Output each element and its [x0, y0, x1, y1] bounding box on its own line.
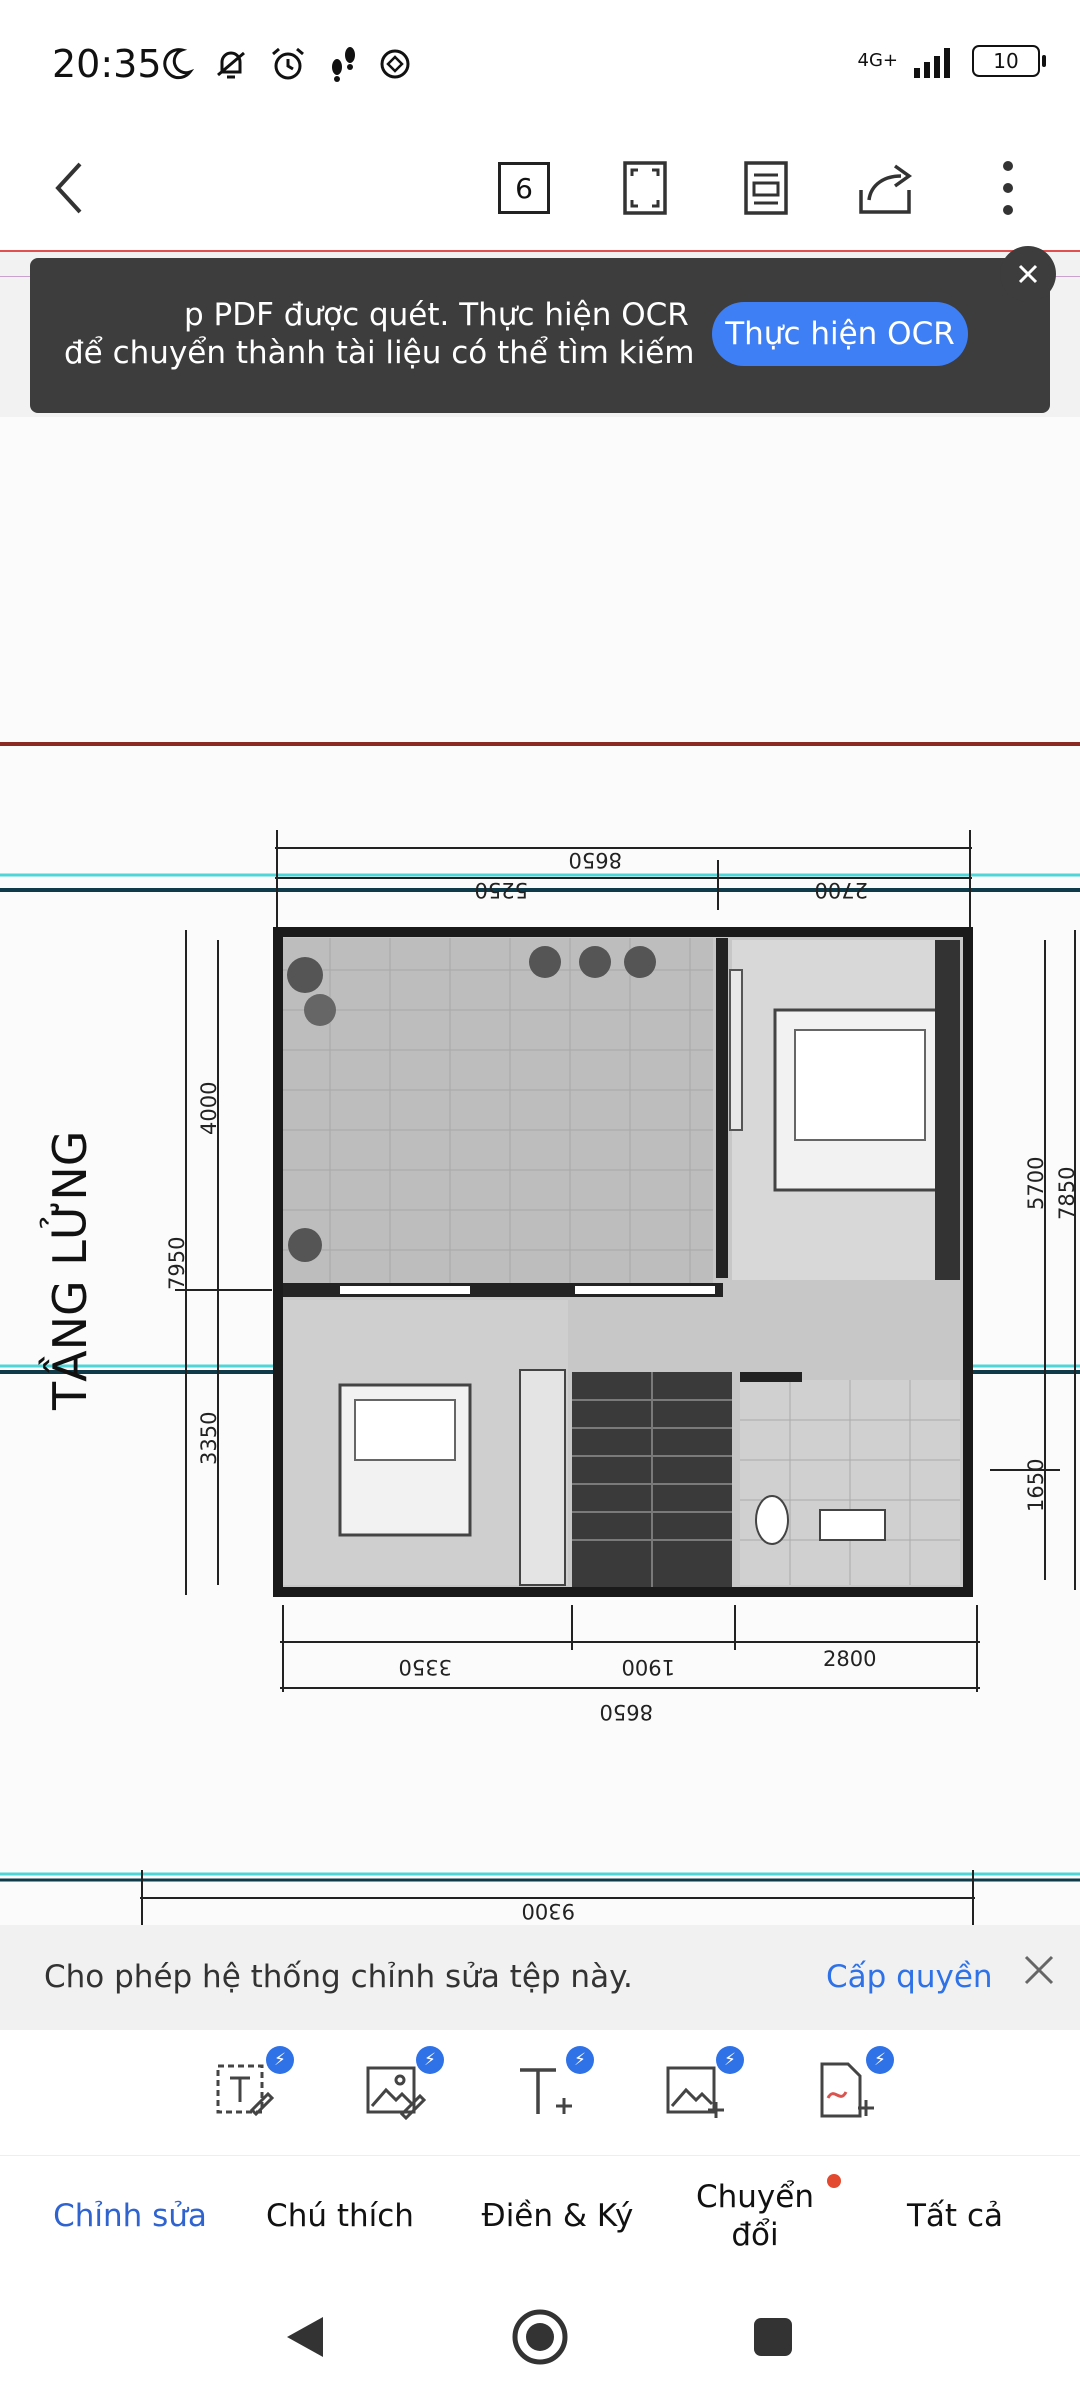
nav-back-button[interactable]	[265, 2297, 345, 2377]
dim-left-total: 7950	[165, 1237, 189, 1290]
battery-level: 10	[993, 49, 1019, 73]
more-vertical-icon	[1003, 161, 1013, 215]
back-button[interactable]	[30, 148, 110, 228]
add-image-tool[interactable]: ⚡	[662, 2046, 744, 2130]
grant-permission-link[interactable]: Cấp quyền	[826, 1959, 993, 1995]
dim-bottom-2: 1900	[622, 1655, 675, 1679]
bottom-tabs: Chỉnh sửa Chú thích Điền & Ký Chuyển đổi…	[0, 2155, 1080, 2276]
tab-convert-line2: đổi	[731, 2217, 779, 2253]
permission-text: Cho phép hệ thống chỉnh sửa tệp này.	[44, 1959, 633, 1995]
fullscreen-icon	[623, 161, 667, 215]
signature-file-tool[interactable]: ⚡	[812, 2046, 894, 2130]
ocr-button[interactable]: Thực hiện OCR	[712, 302, 968, 366]
edit-tools-row: ⚡ ⚡ ⚡ ⚡ ⚡	[0, 2030, 1080, 2155]
floor-plan-drawing: TẦNG LỬNG 8650 5250 2700 3350 1900 2800 …	[0, 742, 1080, 1925]
dim-left-2: 3350	[197, 1412, 221, 1465]
share-button[interactable]	[847, 148, 927, 228]
dim-right-2: 1650	[1024, 1459, 1048, 1512]
status-time: 20:35	[52, 42, 162, 86]
nav-home-icon	[512, 2309, 568, 2365]
ocr-close-button[interactable]	[1000, 246, 1056, 302]
edit-image-tool[interactable]: ⚡	[362, 2046, 444, 2130]
ocr-message-line2: để chuyển thành tài liệu có thể tìm kiếm	[64, 335, 695, 371]
status-icons	[158, 40, 412, 88]
dim-lower-total: 9300	[522, 1899, 575, 1923]
alarm-icon	[272, 47, 304, 80]
close-icon	[1024, 1955, 1054, 1985]
status-bar: 20:35 4G+ 10	[0, 0, 1080, 130]
more-button[interactable]	[968, 148, 1048, 228]
system-nav-bar	[0, 2275, 1080, 2400]
premium-badge: ⚡	[416, 2046, 444, 2074]
page-count-button[interactable]: 6	[484, 148, 564, 228]
permission-bar: Cho phép hệ thống chỉnh sửa tệp này. Cấp…	[0, 1925, 1080, 2030]
back-arrow-icon	[55, 162, 82, 214]
premium-badge: ⚡	[716, 2046, 744, 2074]
network-type: 4G+	[857, 50, 898, 71]
document-view[interactable]: TẦNG LỬNG 8650 5250 2700 3350 1900 2800 …	[0, 250, 1080, 1925]
tab-all[interactable]: Tất cả	[880, 2156, 1030, 2276]
page-count: 6	[498, 162, 550, 214]
premium-badge: ⚡	[566, 2046, 594, 2074]
ocr-message: p PDF được quét. Thực hiện OCR để chuyển…	[64, 296, 714, 372]
moon-icon	[163, 48, 194, 80]
add-text-icon	[520, 2068, 572, 2114]
tab-edit[interactable]: Chỉnh sửa	[30, 2156, 230, 2276]
edit-text-icon	[216, 2064, 275, 2117]
nav-back-icon	[287, 2317, 323, 2357]
dim-top-left: 5250	[475, 878, 528, 902]
floor-title: TẦNG LỬNG	[38, 1131, 97, 1411]
dim-top-total: 8650	[569, 848, 622, 872]
dim-bottom-3: 2800	[823, 1647, 876, 1671]
dim-bottom-total: 8650	[600, 1700, 653, 1724]
nav-recents-icon	[754, 2318, 792, 2356]
add-text-tool[interactable]: ⚡	[512, 2046, 594, 2130]
edit-text-tool[interactable]: ⚡	[212, 2046, 294, 2130]
footsteps-icon	[332, 47, 355, 82]
signal-icon	[914, 48, 950, 78]
edit-image-icon	[366, 2066, 427, 2121]
dim-bottom-1: 3350	[399, 1655, 452, 1679]
signature-file-icon	[820, 2062, 874, 2118]
tab-annotate[interactable]: Chú thích	[250, 2156, 430, 2276]
tab-fill-sign[interactable]: Điền & Ký	[450, 2156, 665, 2276]
ocr-message-line1: p PDF được quét. Thực hiện OCR	[184, 297, 689, 333]
top-toolbar: 6	[0, 130, 1080, 250]
dim-right-total: 7850	[1055, 1167, 1079, 1220]
dim-top-right: 2700	[815, 878, 868, 902]
nav-recents-button[interactable]	[733, 2297, 813, 2377]
fullscreen-button[interactable]	[605, 148, 685, 228]
ocr-banner: p PDF được quét. Thực hiện OCR để chuyển…	[30, 258, 1050, 413]
battery-icon: 10	[972, 45, 1046, 77]
status-right: 4G+ 10	[858, 44, 1046, 78]
app-icon	[380, 49, 410, 79]
add-image-icon	[666, 2066, 724, 2118]
bell-off-icon	[217, 51, 245, 79]
reading-mode-button[interactable]	[726, 148, 806, 228]
dim-right-1: 5700	[1024, 1157, 1048, 1210]
premium-badge: ⚡	[866, 2046, 894, 2074]
nav-home-button[interactable]	[500, 2297, 580, 2377]
network-indicator: 4G+	[858, 52, 898, 70]
premium-badge: ⚡	[266, 2046, 294, 2074]
tab-convert-line1: Chuyển	[695, 2179, 814, 2215]
tab-convert[interactable]: Chuyển đổi	[685, 2156, 825, 2276]
permission-close-button[interactable]	[1022, 1953, 1056, 1994]
notification-dot	[827, 2174, 841, 2188]
reading-mode-icon	[744, 161, 788, 215]
close-icon	[1018, 264, 1038, 284]
dim-left-1: 4000	[197, 1082, 221, 1135]
share-icon	[859, 164, 913, 214]
